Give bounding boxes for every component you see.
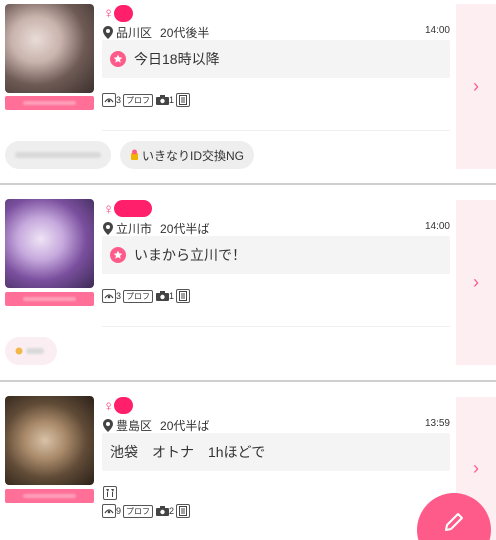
post-time: 13:59 [424,418,450,429]
tag-chip-blurred [5,141,111,169]
glass-icon [103,486,117,500]
star-icon [110,51,126,67]
camera-icon [155,504,169,518]
footprint-count: 9 [116,506,122,516]
photo-count: 2 [169,506,175,516]
post-card[interactable]: ♀ 立川市 20代半ば 14:00 いまから立川で！ 3 プロフ 1 › [0,185,496,380]
stats-row: 3 プロフ 1 [102,289,191,303]
pencil-icon [445,513,463,531]
area-label: 豊島区 [116,419,153,433]
open-post-arrow[interactable]: › [456,200,496,365]
photo-count: 1 [169,95,175,105]
location-pin-icon [103,419,113,432]
post-message-box[interactable]: 今日18時以降 [102,40,450,78]
chevron-right-icon: › [473,272,479,292]
post-message: 池袋 オトナ 1hほどで [110,444,266,460]
tag-chip-blurred [5,337,57,365]
location-pin-icon [103,222,113,235]
age-label: 20代半ば [160,222,210,236]
location-row: 豊島区 20代半ば [103,417,209,434]
profile-label: プロフ [123,93,154,107]
photo-count: 1 [169,291,175,301]
age-label: 20代後半 [160,26,210,40]
post-message-box[interactable]: 池袋 オトナ 1hほどで [102,433,450,471]
document-icon [176,504,191,518]
chevron-right-icon: › [473,76,479,96]
username-blurred [114,5,133,22]
sun-icon [15,347,23,355]
no-exchange-icon [131,149,138,160]
age-label: 20代半ば [160,419,210,433]
area-label: 品川区 [116,26,153,40]
profile-label: プロフ [123,289,154,303]
post-time: 14:00 [424,221,450,232]
gender-female-icon: ♀ [103,5,115,22]
divider-line [102,326,450,327]
chevron-right-icon: › [473,458,479,478]
footprint-icon [102,289,116,303]
username-blurred [114,397,133,414]
tag-chip: いきなりID交換NG [120,141,255,169]
avatar[interactable] [5,4,94,93]
camera-icon [155,93,169,107]
divider-line [102,130,450,131]
post-message-box[interactable]: いまから立川で！ [102,236,450,274]
area-label: 立川市 [116,222,153,236]
footprint-count: 3 [116,291,122,301]
stats-row: 9 プロフ 2 [102,504,191,518]
open-post-arrow[interactable]: › [456,4,496,169]
username-blurred [114,200,152,217]
profile-label: プロフ [123,504,154,518]
avatar[interactable] [5,199,94,288]
document-icon [176,289,191,303]
avatar[interactable] [5,396,94,485]
post-card[interactable]: ♀ 品川区 20代後半 14:00 今日18時以降 3 プロフ 1 › いきなり… [0,0,496,183]
camera-icon [155,289,169,303]
post-time: 14:00 [424,25,450,36]
post-message: いまから立川で！ [134,247,246,263]
tag-chip-label: いきなりID交換NG [142,148,245,163]
gender-female-icon: ♀ [103,398,115,415]
post-message: 今日18時以降 [134,51,220,67]
gender-female-icon: ♀ [103,201,115,218]
document-icon [176,93,191,107]
star-icon [110,247,126,263]
footprint-icon [102,93,116,107]
footprint-icon [102,504,116,518]
avatar-status-tag [5,96,94,110]
stats-row: 3 プロフ 1 [102,93,191,107]
location-row: 品川区 20代後半 [103,24,209,41]
location-row: 立川市 20代半ば [103,220,209,237]
location-pin-icon [103,26,113,39]
avatar-status-tag [5,489,94,503]
footprint-count: 3 [116,95,122,105]
avatar-status-tag [5,292,94,306]
